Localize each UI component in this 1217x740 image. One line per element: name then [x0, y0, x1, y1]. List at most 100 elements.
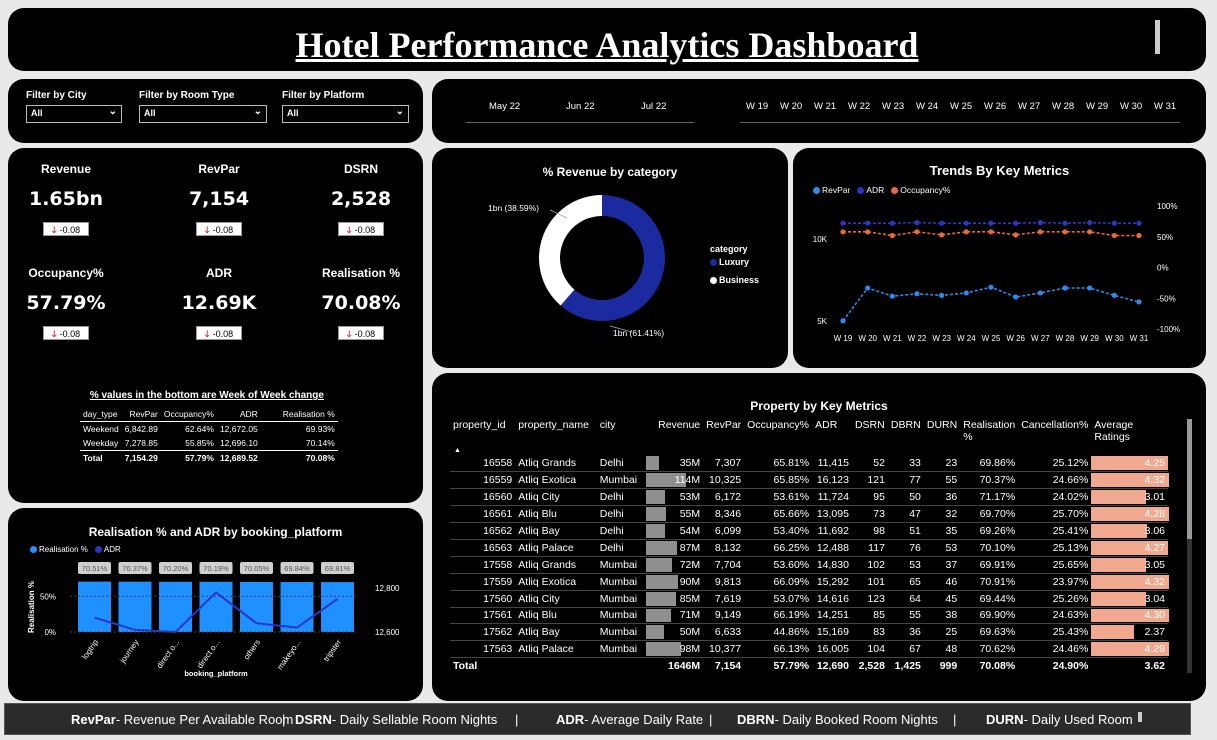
trend-point[interactable]	[988, 284, 994, 290]
table-row[interactable]: 17560 Atliq City Mumbai 85M 7,619 53.07% 14,61…	[450, 590, 1168, 608]
legend-item[interactable]: Business	[710, 275, 759, 285]
column-header[interactable]: Cancellation%	[1018, 417, 1091, 455]
city-select[interactable]: All ⌄	[26, 105, 122, 123]
trend-point[interactable]	[1087, 285, 1093, 291]
trend-point[interactable]	[889, 220, 895, 226]
trend-point[interactable]	[1013, 294, 1019, 300]
week-chip[interactable]: W 21	[814, 101, 836, 112]
table-row[interactable]: 17562 Atliq Bay Mumbai 50M 6,633 44.86% 15,169…	[450, 623, 1168, 642]
week-chip[interactable]: W 25	[950, 101, 972, 112]
trend-point[interactable]	[840, 220, 846, 226]
table-row[interactable]: 16561 Atliq Blu Delhi 55M 8,346 65.66% 13,095 7…	[450, 505, 1169, 524]
realisation-bar[interactable]	[78, 581, 111, 632]
week-chip[interactable]: W 28	[1052, 101, 1074, 112]
trend-point[interactable]	[1013, 232, 1019, 238]
trend-point[interactable]	[865, 220, 871, 226]
room-type-select[interactable]: All ⌄	[139, 105, 267, 123]
month-chip[interactable]: Jun 22	[566, 101, 595, 112]
column-header[interactable]: Average Ratings	[1091, 417, 1168, 455]
trend-point[interactable]	[865, 229, 871, 235]
legend-item[interactable]: Luxury	[710, 257, 759, 267]
trend-point[interactable]	[1062, 285, 1068, 291]
realisation-bar[interactable]	[118, 581, 152, 632]
week-chip[interactable]: W 30	[1120, 101, 1142, 112]
scroll-handle-icon[interactable]	[1155, 20, 1160, 54]
table-row[interactable]: 16560 Atliq City Delhi 53M 6,172 53.61% 11,724…	[450, 488, 1168, 507]
trend-point[interactable]	[1136, 220, 1142, 226]
table-row[interactable]: 16558 Atliq Grands Delhi 35M 7,307 65.81% 11,4…	[450, 455, 1169, 473]
realisation-bar[interactable]	[159, 581, 192, 632]
week-chip[interactable]: W 19	[746, 101, 768, 112]
week-chip[interactable]: W 26	[984, 101, 1006, 112]
table-row[interactable]: 17558 Atliq Grands Mumbai 72M 7,704 53.60% 14,…	[450, 556, 1168, 574]
column-header[interactable]: Occupancy%	[161, 407, 217, 422]
month-chip[interactable]: May 22	[489, 101, 520, 112]
city-filter[interactable]: Filter by City All ⌄	[26, 90, 122, 123]
week-chip[interactable]: W 22	[848, 101, 870, 112]
trend-point[interactable]	[914, 220, 920, 226]
trend-point[interactable]	[939, 232, 945, 238]
column-header[interactable]: DBRN	[888, 417, 924, 455]
trend-point[interactable]	[840, 229, 846, 235]
trend-point[interactable]	[1037, 229, 1043, 235]
realisation-bar[interactable]	[280, 582, 314, 632]
trend-point[interactable]	[1062, 229, 1068, 235]
column-header[interactable]: property_name	[515, 417, 596, 455]
platform-filter[interactable]: Filter by Platform All ⌄	[282, 90, 409, 123]
trend-point[interactable]	[1087, 220, 1093, 226]
trend-point[interactable]	[963, 220, 969, 226]
column-header[interactable]: Occupancy%	[744, 417, 812, 455]
table-row[interactable]: 16563 Atliq Palace Delhi 87M 8,132 66.25% 12,4…	[450, 539, 1169, 557]
trend-point[interactable]	[1136, 299, 1142, 305]
month-chip[interactable]: Jul 22	[641, 101, 666, 112]
donut-slice-business[interactable]	[539, 195, 602, 306]
column-header[interactable]: RevPar	[703, 417, 744, 455]
trend-point[interactable]	[963, 290, 969, 296]
room-type-filter[interactable]: Filter by Room Type All ⌄	[139, 90, 267, 123]
column-header[interactable]: Revenue	[644, 417, 703, 455]
trend-point[interactable]	[1136, 232, 1142, 239]
trend-point[interactable]	[988, 220, 994, 226]
week-chip[interactable]: W 29	[1086, 101, 1108, 112]
trend-point[interactable]	[939, 220, 945, 226]
column-header[interactable]: ADR	[812, 417, 852, 455]
trend-point[interactable]	[1111, 232, 1117, 239]
trend-point[interactable]	[1111, 220, 1117, 226]
trend-point[interactable]	[889, 232, 895, 239]
trend-point[interactable]	[865, 285, 871, 291]
trend-point[interactable]	[963, 229, 969, 235]
table-row[interactable]: 17563 Atliq Palace Mumbai 98M 10,377 66.13% 16…	[450, 640, 1169, 659]
trend-point[interactable]	[1111, 292, 1117, 298]
sort-arrow-icon[interactable]: ▲	[454, 447, 461, 454]
scrollbar-thumb[interactable]	[1187, 419, 1192, 539]
week-chip[interactable]: W 20	[780, 101, 802, 112]
column-header[interactable]: Realisation %	[960, 417, 1018, 455]
realisation-bar[interactable]	[199, 581, 233, 632]
table-total-row[interactable]: Total 1646M 7,154 57.79% 12,690 2,528 1,425 999…	[450, 658, 1168, 675]
table-row[interactable]: 17561 Atliq Blu Mumbai 71M 9,149 66.19% 14,251…	[450, 607, 1169, 625]
column-header[interactable]: Realisation %	[261, 407, 338, 422]
week-chip[interactable]: W 31	[1154, 101, 1176, 112]
week-chip[interactable]: W 23	[882, 101, 904, 112]
column-header[interactable]: ADR	[217, 407, 261, 422]
week-chip[interactable]: W 27	[1018, 101, 1040, 112]
trend-point[interactable]	[889, 293, 895, 299]
trend-point[interactable]	[1062, 220, 1068, 226]
scrollbar[interactable]	[1187, 419, 1192, 673]
scroll-handle-icon[interactable]	[1138, 712, 1142, 722]
trend-point[interactable]	[1013, 220, 1019, 226]
table-row[interactable]: 16559 Atliq Exotica Mumbai 114M 10,325 65.85%…	[450, 471, 1170, 490]
trend-point[interactable]	[939, 292, 945, 298]
column-header[interactable]: DURN	[924, 417, 960, 455]
trend-point[interactable]	[1037, 220, 1043, 226]
column-header[interactable]: day_type	[80, 407, 122, 422]
column-header[interactable]: RevPar	[122, 407, 161, 422]
table-row[interactable]: 17559 Atliq Exotica Mumbai 90M 9,813 66.09% 15…	[450, 573, 1170, 591]
trend-point[interactable]	[840, 318, 846, 324]
column-header[interactable]: city	[597, 417, 645, 455]
table-row[interactable]: 16562 Atliq Bay Delhi 54M 6,099 53.40% 11,692 9…	[450, 522, 1168, 540]
trend-point[interactable]	[914, 229, 920, 235]
trend-point[interactable]	[914, 291, 920, 297]
trend-point[interactable]	[1037, 290, 1043, 296]
week-chip[interactable]: W 24	[916, 101, 938, 112]
